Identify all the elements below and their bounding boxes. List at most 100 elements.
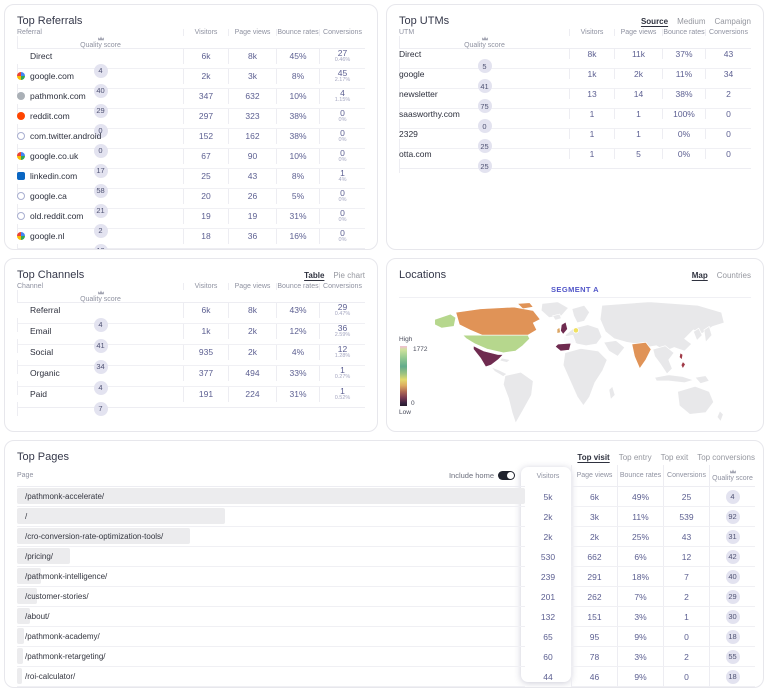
utm-row[interactable]: 2329 1 1 0% 0 25 (399, 129, 751, 149)
tab-map[interactable]: Map (692, 271, 708, 280)
quality-score-badge: 55 (726, 650, 740, 664)
visitors-value: 1k (183, 324, 228, 339)
referral-row[interactable]: google.ca 20 26 5% 00% 21 (17, 189, 365, 209)
page-views-value: 224 (228, 387, 276, 402)
quality-score-icon (97, 290, 105, 295)
col-conversions: Conversions (705, 29, 751, 36)
visitors-value: 152 (183, 129, 228, 144)
world-map[interactable] (429, 300, 729, 432)
globe-icon (17, 132, 25, 140)
referral-row[interactable]: linkedin.com 25 43 8% 14% 58 (17, 169, 365, 189)
bounce-rate-value: 9% (617, 667, 663, 687)
referral-row[interactable]: pathmonk.com 347 632 10% 41.15% 29 (17, 89, 365, 109)
utm-name: Direct (399, 49, 421, 59)
quality-score-cell: 18 (709, 667, 755, 687)
tab-source[interactable]: Source (641, 17, 668, 26)
page-row[interactable]: /pathmonk-academy/ 65 95 9% 0 18 (17, 627, 755, 647)
bounce-rate-value: 6% (617, 547, 663, 567)
page-row[interactable]: /roi-calculator/ 44 46 9% 0 18 (17, 667, 755, 687)
country-philippines-north (679, 353, 683, 360)
tab-medium[interactable]: Medium (677, 17, 705, 26)
referral-row[interactable]: google.com 2k 3k 8% 452.17% 40 (17, 69, 365, 89)
quality-score-badge: 7 (94, 402, 108, 416)
referral-name: reddit.com (30, 111, 70, 121)
conversions-pct: 2.59% (335, 333, 351, 339)
tab-table[interactable]: Table (304, 271, 324, 280)
page-row[interactable]: /pathmonk-intelligence/ 239 291 18% 7 40 (17, 567, 755, 587)
visitors-value: 13 (569, 89, 614, 99)
utm-row[interactable]: newsletter 13 14 38% 2 75 (399, 89, 751, 109)
tab-countries[interactable]: Countries (717, 271, 751, 280)
referral-row[interactable]: google.co.uk 67 90 10% 00% 17 (17, 149, 365, 169)
country-ireland (557, 327, 561, 333)
page-row[interactable]: /pathmonk-accelerate/ 5k 6k 49% 25 4 (17, 487, 755, 507)
referral-row[interactable]: reddit.com 297 323 38% 00% 0 (17, 109, 365, 129)
conversions-value: 2 (663, 647, 709, 667)
bounce-rate-value: 3% (617, 647, 663, 667)
region-south-america (503, 372, 533, 423)
utm-row[interactable]: saasworthy.com 1 1 100% 0 0 (399, 109, 751, 129)
legend-min-value: 0 (411, 400, 415, 407)
referral-row[interactable]: old.reddit.com 19 19 31% 00% 2 (17, 209, 365, 229)
include-home-toggle[interactable] (498, 471, 515, 480)
channel-row[interactable]: Organic 377 494 33% 10.27% 4 (17, 366, 365, 387)
quality-score-cell: 4 (709, 487, 755, 507)
utm-name: google (399, 69, 425, 79)
utm-row[interactable]: google 1k 2k 11% 34 41 (399, 69, 751, 89)
quality-score-cell: 29 (709, 587, 755, 607)
channel-row[interactable]: Referral 6k 8k 43% 290.47% 4 (17, 303, 365, 324)
channel-name: Social (30, 347, 53, 357)
quality-score-icon (481, 36, 489, 41)
channel-name: Email (30, 326, 51, 336)
bounce-rate-value: 8% (276, 69, 319, 84)
visitors-value: 530 (525, 547, 571, 567)
top-pages-panel: Top Pages Top visit Top entry Top exit T… (4, 440, 764, 688)
channel-row[interactable]: Paid 191 224 31% 10.52% 7 (17, 387, 365, 408)
conversions-pct: 0.27% (335, 375, 351, 381)
page-row[interactable]: / 2k 3k 11% 539 92 (17, 507, 755, 527)
region-new-guinea (695, 376, 709, 384)
tab-campaign[interactable]: Campaign (715, 17, 751, 26)
page-row[interactable]: /about/ 132 151 3% 1 30 (17, 607, 755, 627)
conversions-value: 7 (663, 567, 709, 587)
page-path: /pricing/ (17, 552, 53, 561)
visitors-value: 67 (183, 149, 228, 164)
page-path: / (17, 512, 27, 521)
conversions-pct: 0% (339, 138, 347, 144)
visitors-value: 18 (183, 229, 228, 244)
quality-score-badge: 42 (726, 550, 740, 564)
col-quality-score: Quality score (17, 290, 183, 303)
quality-score-cell: 55 (709, 647, 755, 667)
channel-row[interactable]: Email 1k 2k 12% 362.59% 41 (17, 324, 365, 345)
quality-score-badge: 25 (478, 159, 492, 173)
tab-top-conversions[interactable]: Top conversions (697, 453, 755, 462)
tab-pie-chart[interactable]: Pie chart (333, 271, 365, 280)
conversions-value: 34 (705, 69, 751, 79)
page-views-value: 323 (228, 109, 276, 124)
conversions-pct: 0% (339, 238, 347, 244)
channels-table-header: Channel Visitors Page views Bounce rates… (17, 283, 365, 303)
page-row[interactable]: /customer-stories/ 201 262 7% 2 29 (17, 587, 755, 607)
tab-top-entry[interactable]: Top entry (619, 453, 652, 462)
referral-row[interactable]: Direct 6k 8k 45% 270.46% 4 (17, 49, 365, 69)
tab-top-visit[interactable]: Top visit (577, 453, 609, 462)
referral-row[interactable]: com.twitter.android 152 162 38% 00% 0 (17, 129, 365, 149)
page-row[interactable]: /cro-conversion-rate-optimization-tools/… (17, 527, 755, 547)
page-row[interactable]: /pricing/ 530 662 6% 12 42 (17, 547, 755, 567)
country-alaska (435, 314, 456, 328)
channel-row[interactable]: Social 935 2k 4% 121.28% 34 (17, 345, 365, 366)
utm-row[interactable]: otta.com 1 5 0% 0 25 (399, 149, 751, 169)
referral-row[interactable]: google.nl 18 36 16% 00% 13 (17, 229, 365, 249)
page-views-value: 8k (228, 303, 276, 318)
page-views-value: 2k (571, 527, 617, 547)
utm-row[interactable]: Direct 8k 11k 37% 43 5 (399, 49, 751, 69)
tab-top-exit[interactable]: Top exit (661, 453, 689, 462)
reddit-icon (17, 112, 25, 120)
google-icon (17, 72, 25, 80)
visitors-value: 5k (525, 487, 571, 507)
page-row[interactable]: /pathmonk-retargeting/ 60 78 3% 2 55 (17, 647, 755, 667)
bounce-rate-value: 49% (617, 487, 663, 507)
visitors-value: 1 (569, 109, 614, 119)
page-views-value: 5 (614, 149, 662, 159)
utms-table-body: Direct 8k 11k 37% 43 5 google 1k 2k 11% … (399, 49, 751, 169)
